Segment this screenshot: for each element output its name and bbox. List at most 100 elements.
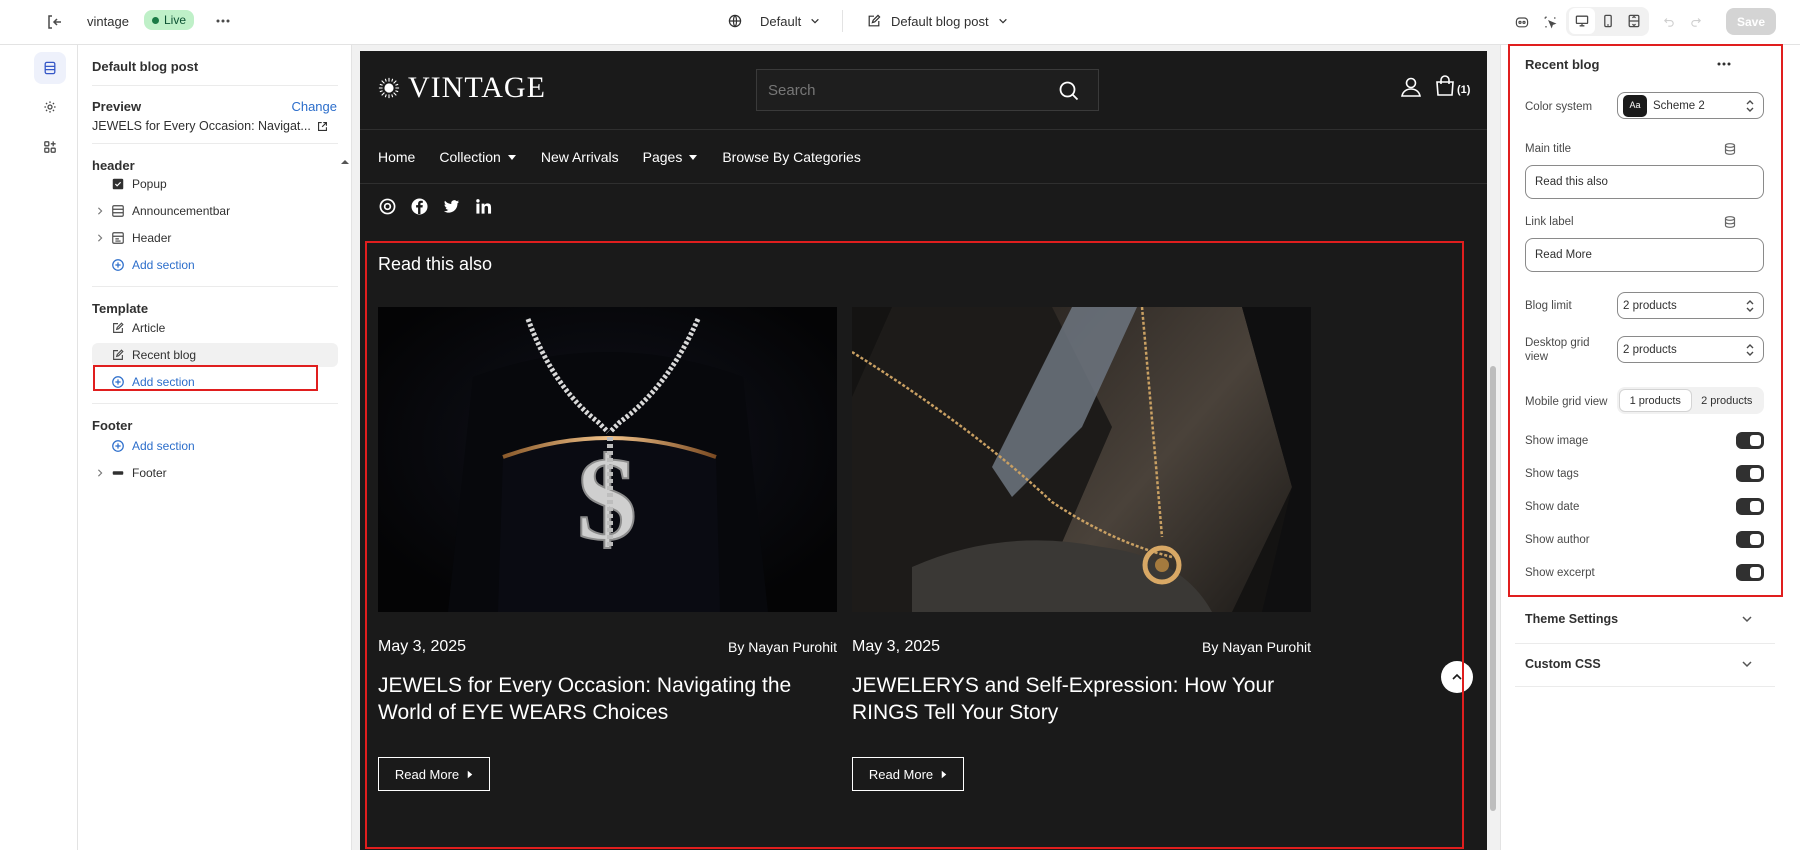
- group-header-title: header: [92, 158, 135, 173]
- undo-icon[interactable]: [1656, 9, 1682, 35]
- cart-icon[interactable]: [1434, 75, 1456, 97]
- change-preview-link[interactable]: Change: [291, 99, 337, 114]
- blog-limit-select[interactable]: 2 products: [1617, 292, 1764, 319]
- footer-section-icon: [110, 465, 126, 481]
- exit-icon[interactable]: [44, 12, 64, 32]
- left-rail: [28, 45, 78, 850]
- external-link-icon[interactable]: [317, 121, 328, 132]
- chevron-up-icon: [1451, 671, 1463, 683]
- cart-count: (1): [1457, 84, 1471, 96]
- scroll-to-top-button[interactable]: [1441, 661, 1473, 693]
- store-name[interactable]: vintage: [87, 12, 129, 32]
- read-more-label: Read More: [868, 766, 934, 782]
- blog-card-image-necklace-rock[interactable]: [852, 307, 1311, 612]
- instagram-icon[interactable]: [378, 197, 396, 215]
- redo-icon[interactable]: [1683, 9, 1709, 35]
- custom-css-accordion[interactable]: Custom CSS: [1515, 643, 1775, 683]
- show-excerpt-toggle[interactable]: [1736, 564, 1764, 581]
- fullscreen-view-icon[interactable]: [1621, 8, 1647, 34]
- sidebar-item-label: Recent blog: [132, 348, 197, 362]
- store-logo[interactable]: VINTAGE: [378, 71, 546, 105]
- group-footer-title: Footer: [92, 418, 133, 433]
- theme-label: Default: [760, 13, 802, 29]
- apps-icon[interactable]: [34, 131, 66, 163]
- divider: [92, 143, 338, 144]
- mobile-grid-option-1[interactable]: 1 products: [1619, 389, 1692, 412]
- add-section-header[interactable]: Add section: [92, 253, 338, 277]
- plus-circle-icon: [110, 438, 126, 454]
- color-system-label: Color system: [1525, 101, 1593, 113]
- dynamic-source-icon[interactable]: [1723, 215, 1737, 229]
- show-author-toggle[interactable]: [1736, 531, 1764, 548]
- blog-card-date: May 3, 2025: [852, 638, 941, 655]
- collapse-caret-icon[interactable]: [340, 157, 350, 167]
- theme-settings-icon[interactable]: [34, 91, 66, 123]
- nav-pages[interactable]: Pages: [643, 149, 699, 165]
- sidebar-item-article[interactable]: Article: [92, 316, 338, 340]
- twitter-icon[interactable]: [442, 197, 460, 215]
- settings-title: Recent blog: [1525, 57, 1600, 72]
- add-section-label: Add section: [132, 439, 195, 453]
- sidebar-title: Default blog post: [92, 59, 199, 74]
- nav-new-arrivals[interactable]: New Arrivals: [541, 149, 619, 165]
- add-section-footer[interactable]: Add section: [92, 434, 338, 458]
- blog-card-title[interactable]: JEWELERYS and Self-Expression: How Your …: [852, 672, 1311, 726]
- sidebar-item-header[interactable]: Header: [92, 226, 338, 250]
- blog-card-title[interactable]: JEWELS for Every Occasion: Navigating th…: [378, 672, 837, 726]
- globe-icon: [727, 13, 743, 29]
- theme-settings-accordion[interactable]: Theme Settings: [1515, 599, 1775, 639]
- read-more-button[interactable]: Read More: [378, 757, 490, 791]
- account-icon[interactable]: [1400, 76, 1422, 98]
- nav-label: Home: [378, 149, 416, 165]
- color-system-select[interactable]: Aa Scheme 2: [1617, 92, 1764, 119]
- chevron-right-icon[interactable]: [92, 234, 108, 242]
- theme-selector[interactable]: Default: [727, 9, 820, 33]
- sidebar-item-recent-blog[interactable]: Recent blog: [92, 343, 338, 367]
- link-label-input[interactable]: Read More: [1525, 238, 1764, 272]
- sections-sidebar: Default blog post Preview Change JEWELS …: [78, 45, 352, 850]
- preview-value[interactable]: JEWELS for Every Occasion: Navigat...: [92, 119, 328, 133]
- show-image-toggle[interactable]: [1736, 432, 1764, 449]
- desktop-view-icon[interactable]: [1569, 8, 1595, 34]
- inspector-icon[interactable]: [1537, 9, 1563, 35]
- divider: [1515, 686, 1775, 687]
- desktop-grid-label: Desktop grid view: [1525, 337, 1590, 363]
- show-tags-toggle[interactable]: [1736, 465, 1764, 482]
- search-input[interactable]: [757, 70, 1098, 110]
- more-actions-icon[interactable]: [213, 11, 233, 31]
- more-options-icon[interactable]: [1715, 55, 1733, 73]
- preview-scrollbar[interactable]: [1489, 48, 1497, 850]
- settings-panel: Recent blog Color system Aa Scheme 2 Mai…: [1500, 45, 1800, 850]
- add-section-template[interactable]: Add section: [92, 370, 338, 394]
- chevron-right-icon[interactable]: [92, 207, 108, 215]
- mobile-grid-segmented: 1 products 2 products: [1617, 387, 1764, 414]
- desktop-grid-select[interactable]: 2 products: [1617, 336, 1764, 363]
- preview-value-text: JEWELS for Every Occasion: Navigat...: [92, 119, 311, 133]
- sections-icon[interactable]: [34, 52, 66, 84]
- page-selector[interactable]: Default blog post: [866, 9, 1008, 33]
- sidebar-item-popup[interactable]: Popup: [92, 172, 338, 196]
- dynamic-source-icon[interactable]: [1723, 142, 1737, 156]
- mobile-grid-option-2[interactable]: 2 products: [1692, 389, 1763, 412]
- main-title-input[interactable]: Read this also: [1525, 165, 1764, 199]
- sidebar-item-label: Article: [132, 321, 166, 335]
- linkedin-icon[interactable]: [474, 197, 492, 215]
- save-button[interactable]: Save: [1726, 8, 1776, 35]
- facebook-icon[interactable]: [410, 197, 428, 215]
- read-more-button[interactable]: Read More: [852, 757, 964, 791]
- blog-card-author: By Nayan Purohit: [728, 639, 837, 655]
- sidebar-item-label: Header: [132, 231, 172, 245]
- nav-home[interactable]: Home: [378, 149, 415, 165]
- chevron-right-icon[interactable]: [92, 469, 108, 477]
- sidebar-item-announcementbar[interactable]: Announcementbar: [92, 199, 338, 223]
- show-date-toggle[interactable]: [1736, 498, 1764, 515]
- sidebar-item-footer[interactable]: Footer: [92, 461, 338, 485]
- ai-assistant-icon[interactable]: [1509, 9, 1535, 35]
- nav-collection[interactable]: Collection: [439, 149, 516, 165]
- scrollbar-thumb[interactable]: [1490, 366, 1496, 811]
- show-tags-label: Show tags: [1525, 468, 1579, 480]
- mobile-view-icon[interactable]: [1595, 8, 1621, 34]
- nav-browse-categories[interactable]: Browse By Categories: [722, 149, 861, 165]
- search-icon[interactable]: [1058, 80, 1080, 102]
- blog-card-image-necklace-dollar[interactable]: $: [378, 307, 837, 612]
